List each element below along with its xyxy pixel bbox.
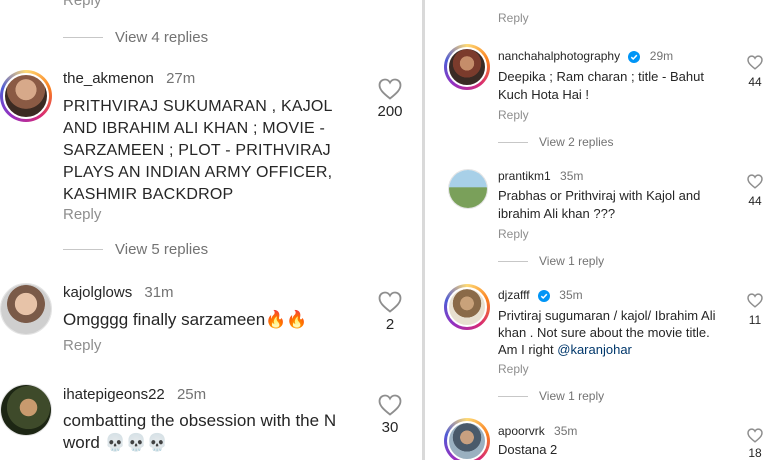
comment-text: PRITHVIRAJ SUKUMARAN , KAJOL AND IBRAHIM… xyxy=(63,96,333,206)
comment-header: djzafff 35m xyxy=(498,288,583,302)
comment-text: Omgggg finally sarzameen🔥🔥 xyxy=(63,310,308,329)
like-count: 200 xyxy=(377,103,403,120)
comment-line: combatting the obsession with the N xyxy=(63,411,337,430)
like-count: 44 xyxy=(748,75,762,89)
replies-divider xyxy=(498,396,528,397)
comment-header: apoorvrk 35m xyxy=(498,424,577,438)
reply-button[interactable]: Reply xyxy=(498,108,529,122)
timestamp: 29m xyxy=(649,49,674,63)
username[interactable]: djzafff xyxy=(498,288,530,302)
comment-header: ihatepigeons22 25m xyxy=(63,386,206,403)
comment-line: ibrahim Ali khan ??? xyxy=(498,206,616,221)
comment-line: Privtiraj sugumaran / kajol/ Ibrahim Ali xyxy=(498,308,716,323)
comments-panel-right: Reply nanchahalphotography 29m Deepika ;… xyxy=(432,0,770,460)
replies-divider xyxy=(498,261,528,262)
username[interactable]: apoorvrk xyxy=(498,424,545,438)
username[interactable]: prantikm1 xyxy=(498,169,551,183)
comment-text: Deepika ; Ram charan ; title - Bahut Kuc… xyxy=(498,68,704,104)
comment-text: combatting the obsession with the N word… xyxy=(63,410,336,454)
mention-link[interactable]: @karanjohar xyxy=(557,342,632,357)
like-heart-icon[interactable] xyxy=(378,394,402,416)
avatar[interactable] xyxy=(0,283,52,335)
comment-text: Dostana 2 xyxy=(498,442,558,457)
timestamp: 27m xyxy=(166,70,196,87)
view-replies-button[interactable]: View 2 replies xyxy=(539,135,613,149)
replies-divider xyxy=(498,142,528,143)
like-heart-icon[interactable] xyxy=(378,78,402,100)
comment-line: word 💀💀💀 xyxy=(63,433,169,452)
like-heart-icon[interactable] xyxy=(378,291,402,313)
like-count: 18 xyxy=(748,446,762,460)
timestamp: 35m xyxy=(554,424,578,438)
timestamp: 35m xyxy=(560,169,584,183)
comment-line: SARZAMEEN ; PLOT - PRITHVIRAJ xyxy=(63,142,331,159)
avatar[interactable] xyxy=(448,169,488,209)
comment-line: KASHMIR BACKDROP xyxy=(63,186,234,203)
reply-button[interactable]: Reply xyxy=(63,206,101,223)
comment-line: Am I right xyxy=(498,342,554,357)
like-heart-icon[interactable] xyxy=(747,293,763,308)
comment-text: Privtiraj sugumaran / kajol/ Ibrahim Ali… xyxy=(498,307,715,358)
reply-button[interactable]: Reply xyxy=(498,227,529,241)
comment-line: Deepika ; Ram charan ; title - Bahut xyxy=(498,69,704,84)
view-replies-button[interactable]: View 1 reply xyxy=(539,389,604,403)
like-count: 11 xyxy=(748,313,762,327)
screenshot-divider xyxy=(422,0,425,460)
comment-header: prantikm1 35m xyxy=(498,169,583,183)
timestamp: 35m xyxy=(559,288,583,302)
like-heart-icon[interactable] xyxy=(747,174,763,189)
username[interactable]: kajolglows xyxy=(63,284,132,301)
comment-line: Prabhas or Prithviraj with Kajol and xyxy=(498,188,701,203)
comment-line: PLAYS AN INDIAN ARMY OFFICER, xyxy=(63,164,333,181)
like-count: 2 xyxy=(385,316,395,333)
comment-line: PRITHVIRAJ SUKUMARAN , KAJOL xyxy=(63,98,333,115)
view-replies-button[interactable]: View 5 replies xyxy=(115,241,208,258)
like-heart-icon[interactable] xyxy=(747,55,763,70)
like-heart-icon[interactable] xyxy=(747,428,763,443)
avatar[interactable] xyxy=(444,418,490,460)
comment-header: nanchahalphotography 29m xyxy=(498,49,673,63)
username[interactable]: ihatepigeons22 xyxy=(63,386,165,403)
avatar[interactable] xyxy=(444,284,490,330)
timestamp: 25m xyxy=(176,386,207,403)
comment-line: khan . Not sure about the movie title. xyxy=(498,325,710,340)
comment-line: AND IBRAHIM ALI KHAN ; MOVIE - xyxy=(63,120,326,137)
verified-badge-icon xyxy=(628,50,641,63)
comment-header: kajolglows 31m xyxy=(63,284,174,301)
comment-text: Prabhas or Prithviraj with Kajol and ibr… xyxy=(498,187,700,223)
avatar[interactable] xyxy=(0,70,52,122)
view-replies-button[interactable]: View 1 reply xyxy=(539,254,604,268)
reply-button[interactable]: Reply xyxy=(63,337,101,354)
like-count: 44 xyxy=(748,194,762,208)
replies-divider xyxy=(63,37,103,38)
comments-panel-left: Reply View 4 replies the_akmenon 27m PRI… xyxy=(0,0,418,460)
username[interactable]: nanchahalphotography xyxy=(498,49,620,63)
timestamp: 31m xyxy=(144,284,174,301)
verified-badge-icon xyxy=(537,289,550,302)
comment-header: the_akmenon 27m xyxy=(63,70,195,87)
reply-button[interactable]: Reply xyxy=(498,11,529,25)
replies-divider xyxy=(63,249,103,250)
reply-button[interactable]: Reply xyxy=(498,362,529,376)
avatar[interactable] xyxy=(0,384,52,436)
comment-line: Kuch Hota Hai ! xyxy=(498,87,590,102)
like-count: 30 xyxy=(381,419,399,436)
reply-button[interactable]: Reply xyxy=(63,0,101,9)
avatar[interactable] xyxy=(444,44,490,90)
view-replies-button[interactable]: View 4 replies xyxy=(115,29,208,46)
username[interactable]: the_akmenon xyxy=(63,70,154,87)
